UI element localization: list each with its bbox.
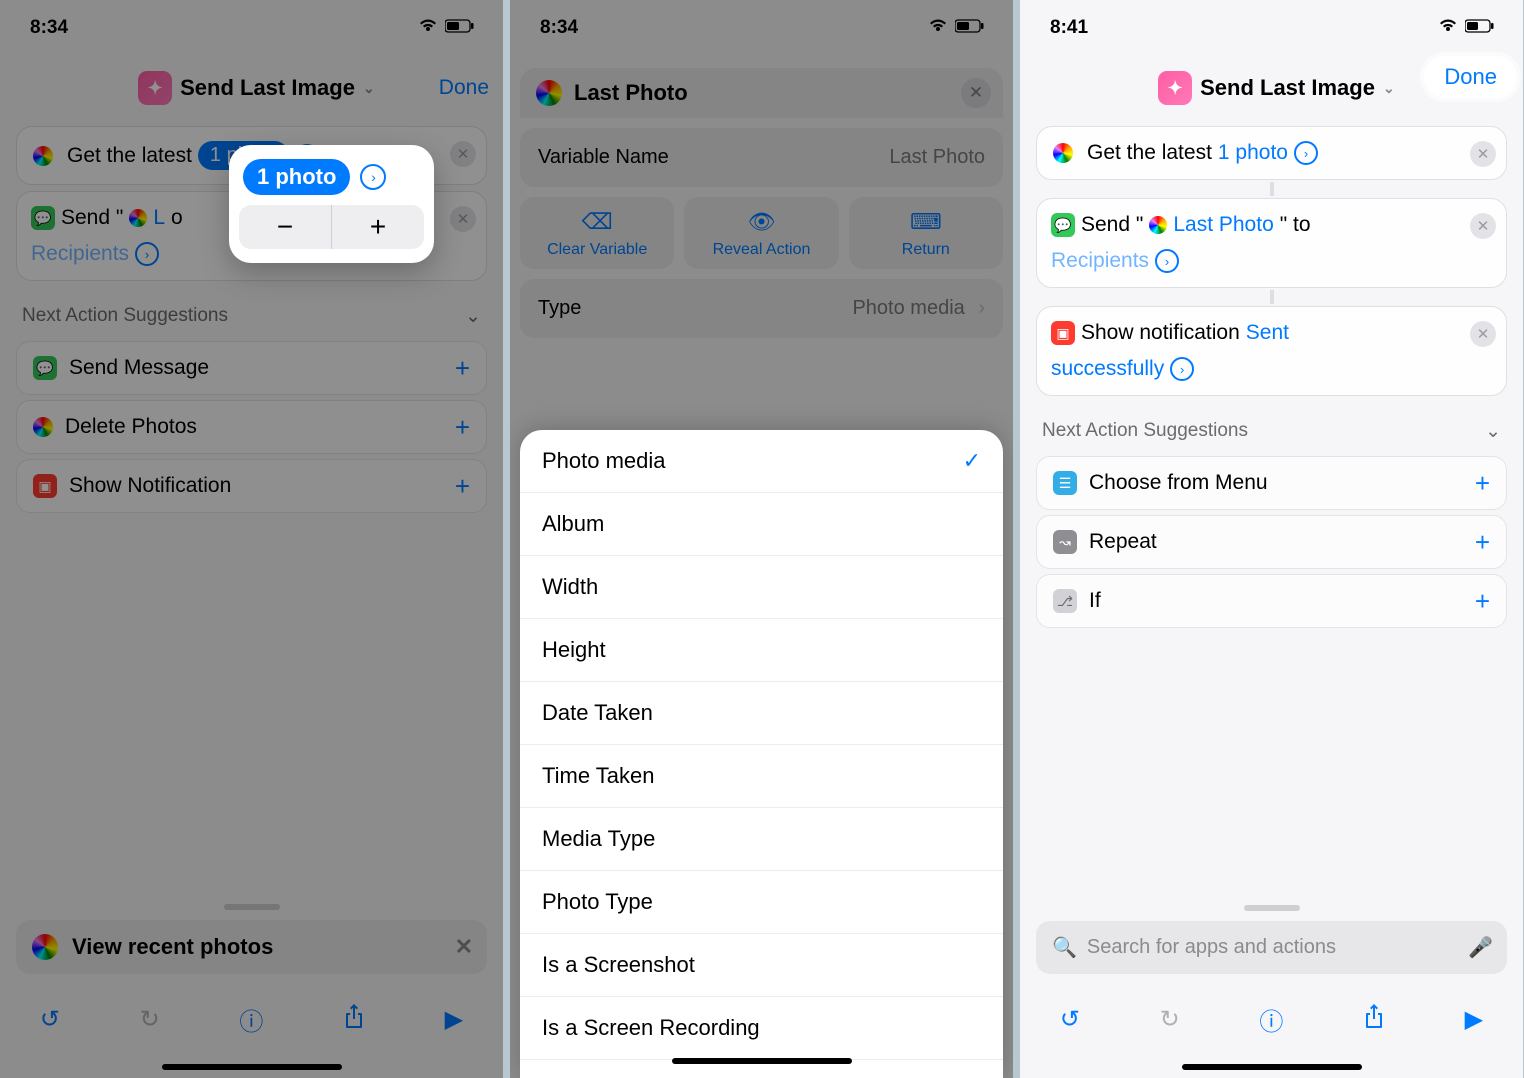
variable-token[interactable]: Last Photo <box>1173 213 1273 237</box>
repeat-icon: ↝ <box>1053 530 1077 554</box>
option-is-screenshot[interactable]: Is a Screenshot <box>520 934 1003 997</box>
option-is-screen-recording[interactable]: Is a Screen Recording <box>520 997 1003 1060</box>
stepper-minus[interactable]: − <box>239 205 331 249</box>
suggestion-repeat[interactable]: ↝ Repeat + <box>1036 515 1507 569</box>
delete-action-icon[interactable]: ✕ <box>1470 321 1496 347</box>
screen-2: 8:34 Last Photo ✕ Variable Name Last Pho… <box>510 0 1013 1078</box>
share-icon[interactable] <box>1363 1003 1385 1036</box>
suggestion-label: Repeat <box>1089 530 1157 554</box>
search-icon: 🔍 <box>1052 935 1077 960</box>
toolbar: ↺ ↻ ⓘ ▶ <box>1020 980 1523 1058</box>
suggestion-choose-from-menu[interactable]: ☰ Choose from Menu + <box>1036 456 1507 510</box>
option-label: Is a Screenshot <box>542 952 695 978</box>
expand-icon[interactable]: › <box>1170 357 1194 381</box>
home-indicator <box>672 1058 852 1064</box>
screen-1: 8:34 ✦ Send Last Image ⌄ Done Get the la… <box>0 0 503 1078</box>
stepper: − + <box>239 205 424 249</box>
option-label: Width <box>542 574 598 600</box>
action-text: Send " <box>1081 213 1143 237</box>
option-width[interactable]: Width <box>520 556 1003 619</box>
action-text: Show notification <box>1081 321 1240 345</box>
search-placeholder: Search for apps and actions <box>1087 936 1336 959</box>
clock: 8:41 <box>1050 17 1088 39</box>
shortcut-title[interactable]: ✦ Send Last Image ⌄ <box>1158 71 1395 105</box>
option-photo-media[interactable]: Photo media ✓ <box>520 430 1003 493</box>
home-indicator <box>1182 1064 1362 1070</box>
action-text: " to <box>1280 213 1311 237</box>
option-label: Photo Type <box>542 889 653 915</box>
notification-icon: ▣ <box>1051 321 1075 345</box>
battery-icon <box>1465 17 1495 39</box>
suggestion-label: If <box>1089 589 1101 613</box>
bottom-panel: 🔍 Search for apps and actions 🎤 ↺ ↻ ⓘ ▶ <box>1020 895 1523 1078</box>
chevron-down-icon: ⌄ <box>1383 80 1395 97</box>
photos-icon <box>1051 141 1075 165</box>
delete-action-icon[interactable]: ✕ <box>1470 141 1496 167</box>
option-label: Album <box>542 511 604 537</box>
wifi-icon <box>1437 17 1459 39</box>
option-photo-type[interactable]: Photo Type <box>520 871 1003 934</box>
if-icon: ⎇ <box>1053 589 1077 613</box>
grabber[interactable] <box>1244 905 1300 911</box>
stepper-plus[interactable]: + <box>332 205 424 249</box>
menu-icon: ☰ <box>1053 471 1077 495</box>
info-icon[interactable]: ⓘ <box>1259 1002 1283 1037</box>
add-icon[interactable]: + <box>1475 527 1490 558</box>
check-icon: ✓ <box>963 448 981 474</box>
status-bar: 8:41 <box>1020 0 1523 56</box>
option-label: Is a Screen Recording <box>542 1015 760 1041</box>
messages-icon: 💬 <box>1051 213 1075 237</box>
option-label: Time Taken <box>542 763 655 789</box>
delete-action-icon[interactable]: ✕ <box>1470 213 1496 239</box>
suggestions-header: Next Action Suggestions ⌄ <box>1020 402 1523 451</box>
redo-icon: ↻ <box>1160 1005 1180 1034</box>
search-row[interactable]: 🔍 Search for apps and actions 🎤 <box>1036 921 1507 974</box>
message-token[interactable]: successfully <box>1051 357 1164 381</box>
undo-icon[interactable]: ↺ <box>1060 1005 1080 1034</box>
add-icon[interactable]: + <box>1475 468 1490 499</box>
action-text: Get the latest <box>1087 141 1212 165</box>
option-album[interactable]: Album <box>520 493 1003 556</box>
option-label: Height <box>542 637 606 663</box>
option-media-type[interactable]: Media Type <box>520 808 1003 871</box>
type-options-sheet: Photo media ✓ Album Width Height Date Tak… <box>520 430 1003 1078</box>
shortcut-icon: ✦ <box>1158 71 1192 105</box>
play-icon[interactable]: ▶ <box>1465 1005 1483 1034</box>
add-icon[interactable]: + <box>1475 586 1490 617</box>
option-label: Date Taken <box>542 700 653 726</box>
count-token[interactable]: 1 photo <box>1218 141 1288 165</box>
suggestion-label: Choose from Menu <box>1089 471 1268 495</box>
action-show-notification[interactable]: ▣ Show notification Sent successfully › … <box>1036 306 1507 396</box>
done-button-highlight[interactable]: Done <box>1424 56 1517 98</box>
count-popover: 1 photo › − + <box>229 145 434 263</box>
action-get-latest[interactable]: Get the latest 1 photo › ✕ <box>1036 126 1507 180</box>
expand-icon[interactable]: › <box>1294 141 1318 165</box>
option-time-taken[interactable]: Time Taken <box>520 745 1003 808</box>
action-send[interactable]: 💬 Send " Last Photo " to Recipients › ✕ <box>1036 198 1507 288</box>
option-height[interactable]: Height <box>520 619 1003 682</box>
popover-token[interactable]: 1 photo <box>243 159 350 195</box>
option-label: Media Type <box>542 826 655 852</box>
mic-icon[interactable]: 🎤 <box>1468 935 1493 960</box>
message-token[interactable]: Sent <box>1246 321 1289 345</box>
shortcut-name: Send Last Image <box>1200 75 1375 101</box>
status-icons <box>1437 17 1495 39</box>
suggestion-if[interactable]: ⎇ If + <box>1036 574 1507 628</box>
expand-icon[interactable]: › <box>1155 249 1179 273</box>
section-title: Next Action Suggestions <box>1042 420 1248 443</box>
recipients-token[interactable]: Recipients <box>1051 249 1149 273</box>
photos-icon <box>1149 216 1167 234</box>
option-label: Photo media <box>542 448 666 474</box>
screen-3: 8:41 ✦ Send Last Image ⌄ Done Done Get t… <box>1020 0 1523 1078</box>
chevron-down-icon[interactable]: ⌄ <box>1485 420 1501 443</box>
option-date-taken[interactable]: Date Taken <box>520 682 1003 745</box>
popover-expand-icon[interactable]: › <box>360 164 386 190</box>
